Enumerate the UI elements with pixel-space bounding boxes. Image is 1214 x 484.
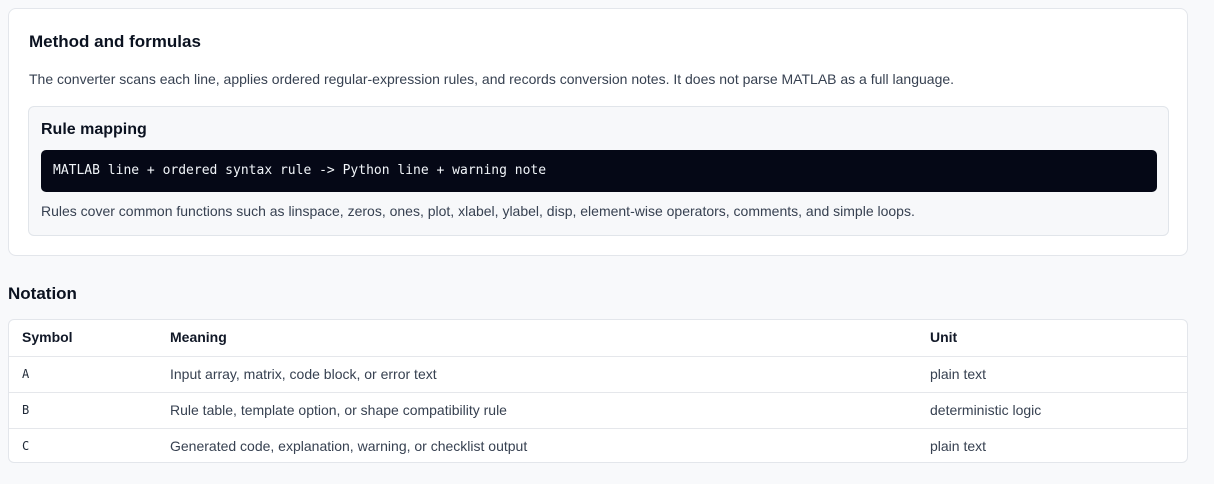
unit-cell: plain text [930, 438, 987, 454]
method-card: Method and formulas The converter scans … [8, 8, 1188, 256]
rule-mapping-title: Rule mapping [41, 121, 147, 138]
column-header-meaning: Meaning [170, 329, 227, 345]
table-row: C Generated code, explanation, warning, … [9, 428, 1187, 462]
notation-title: Notation [8, 284, 77, 303]
table-row: A Input array, matrix, code block, or er… [9, 356, 1187, 392]
table-header-row: Symbol Meaning Unit [9, 320, 1187, 356]
symbol-cell: B [22, 403, 30, 417]
symbol-cell: A [22, 367, 30, 381]
symbol-cell: C [22, 439, 30, 453]
rule-mapping-note: Rules cover common functions such as lin… [41, 203, 915, 219]
column-header-unit: Unit [930, 329, 958, 345]
method-title: Method and formulas [29, 32, 201, 51]
meaning-cell: Rule table, template option, or shape co… [170, 402, 507, 418]
meaning-cell: Generated code, explanation, warning, or… [170, 438, 528, 454]
unit-cell: deterministic logic [930, 402, 1042, 418]
table-row: B Rule table, template option, or shape … [9, 392, 1187, 428]
notation-table: Symbol Meaning Unit A Input array, matri… [8, 319, 1188, 463]
meaning-cell: Input array, matrix, code block, or erro… [170, 366, 437, 382]
rule-mapping-code: MATLAB line + ordered syntax rule -> Pyt… [41, 150, 1157, 192]
column-header-symbol: Symbol [22, 329, 73, 345]
rule-mapping-box: Rule mapping MATLAB line + ordered synta… [28, 106, 1169, 236]
unit-cell: plain text [930, 366, 987, 382]
method-description: The converter scans each line, applies o… [29, 71, 955, 87]
